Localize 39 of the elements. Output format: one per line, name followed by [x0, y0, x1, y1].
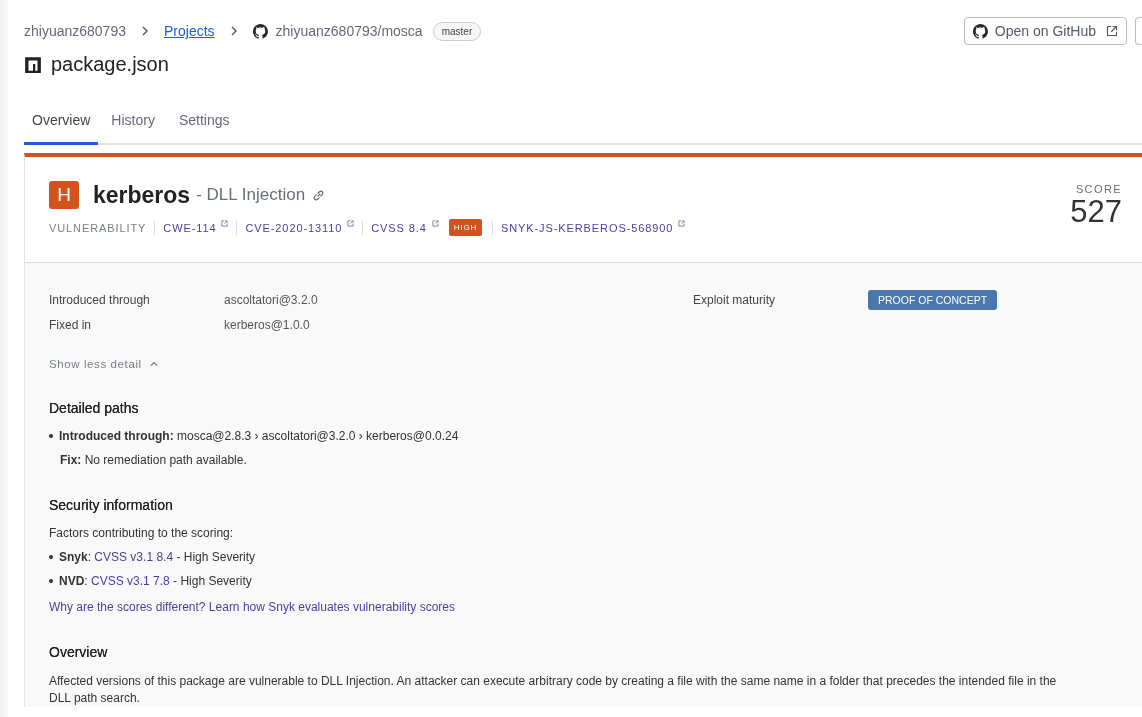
tab[interactable]: History	[100, 104, 166, 145]
detail-value: ascoltatori@3.2.0	[224, 293, 318, 307]
scoring-intro: Factors contributing to the scoring:	[49, 526, 235, 540]
scores-explanation-link[interactable]: Why are the scores different? Learn how Snyk evaluates vulnerability scores	[49, 600, 455, 614]
overview-text: Affected versions of this package are vulnerable to DLL Injection. An attacker can execute arbitrary code by creating a file with the same name in a folder that precedes the intended file in the DLL path search.	[49, 673, 1058, 707]
file-title: package.json	[51, 53, 169, 76]
severity-badge: H	[49, 181, 79, 209]
exploit-maturity-badge: PROOF OF CONCEPT	[868, 290, 998, 310]
section-heading: Detailed paths	[49, 400, 140, 416]
section-heading: Overview	[49, 644, 109, 660]
score-source-text: Snyk: CVSS v3.1 8.4 - High Severity	[59, 550, 256, 564]
repository-name: zhiyuanz680793/mosca	[275, 23, 423, 39]
vulnerability-title: - DLL Injection	[196, 185, 306, 205]
fix-text: Fix: No remediation path available.	[59, 453, 248, 467]
detail-label: Introduced through	[49, 293, 151, 307]
cvss-link[interactable]: CVSS v3.1 7.8	[91, 574, 170, 588]
breadcrumb-item[interactable]: zhiyuanz680793	[24, 23, 126, 39]
section-heading: Security information	[49, 497, 174, 513]
detail-value: kerberos@1.0.0	[224, 318, 310, 332]
reference-link[interactable]: CVE-2020-13110	[245, 221, 343, 234]
detail-label: Exploit maturity	[693, 293, 777, 307]
package-name: kerberos	[93, 181, 191, 209]
reference-link[interactable]: CWE-114	[163, 221, 217, 234]
branch-badge: master	[432, 21, 482, 41]
path-text: Introduced through: mosca@2.8.3 › ascoltatori@3.2.0 › kerberos@0.0.24	[59, 429, 459, 443]
vulnerability-label: VULNERABILITY	[49, 221, 147, 234]
reference-link[interactable]: SNYK-JS-KERBEROS-568900	[501, 221, 674, 234]
reference-link[interactable]: CVSS 8.4	[371, 221, 427, 234]
score-label: SCORE	[1075, 183, 1122, 195]
show-less-detail-button[interactable]: Show less detail	[49, 358, 158, 370]
detail-label: Fixed in	[49, 318, 93, 332]
tab[interactable]: Settings	[167, 104, 241, 145]
cvss-link[interactable]: CVSS v3.1 8.4	[94, 550, 174, 564]
tab[interactable]: Overview	[24, 104, 99, 145]
score-source-text: NVD: CVSS v3.1 7.8 - High Severity	[59, 574, 252, 588]
open-on-github-button[interactable]: Open on GitHub	[963, 17, 1127, 45]
breadcrumb-link[interactable]: Projects	[164, 23, 215, 39]
severity-tag: HIGH	[448, 219, 482, 236]
score-value: 527	[1070, 195, 1122, 230]
